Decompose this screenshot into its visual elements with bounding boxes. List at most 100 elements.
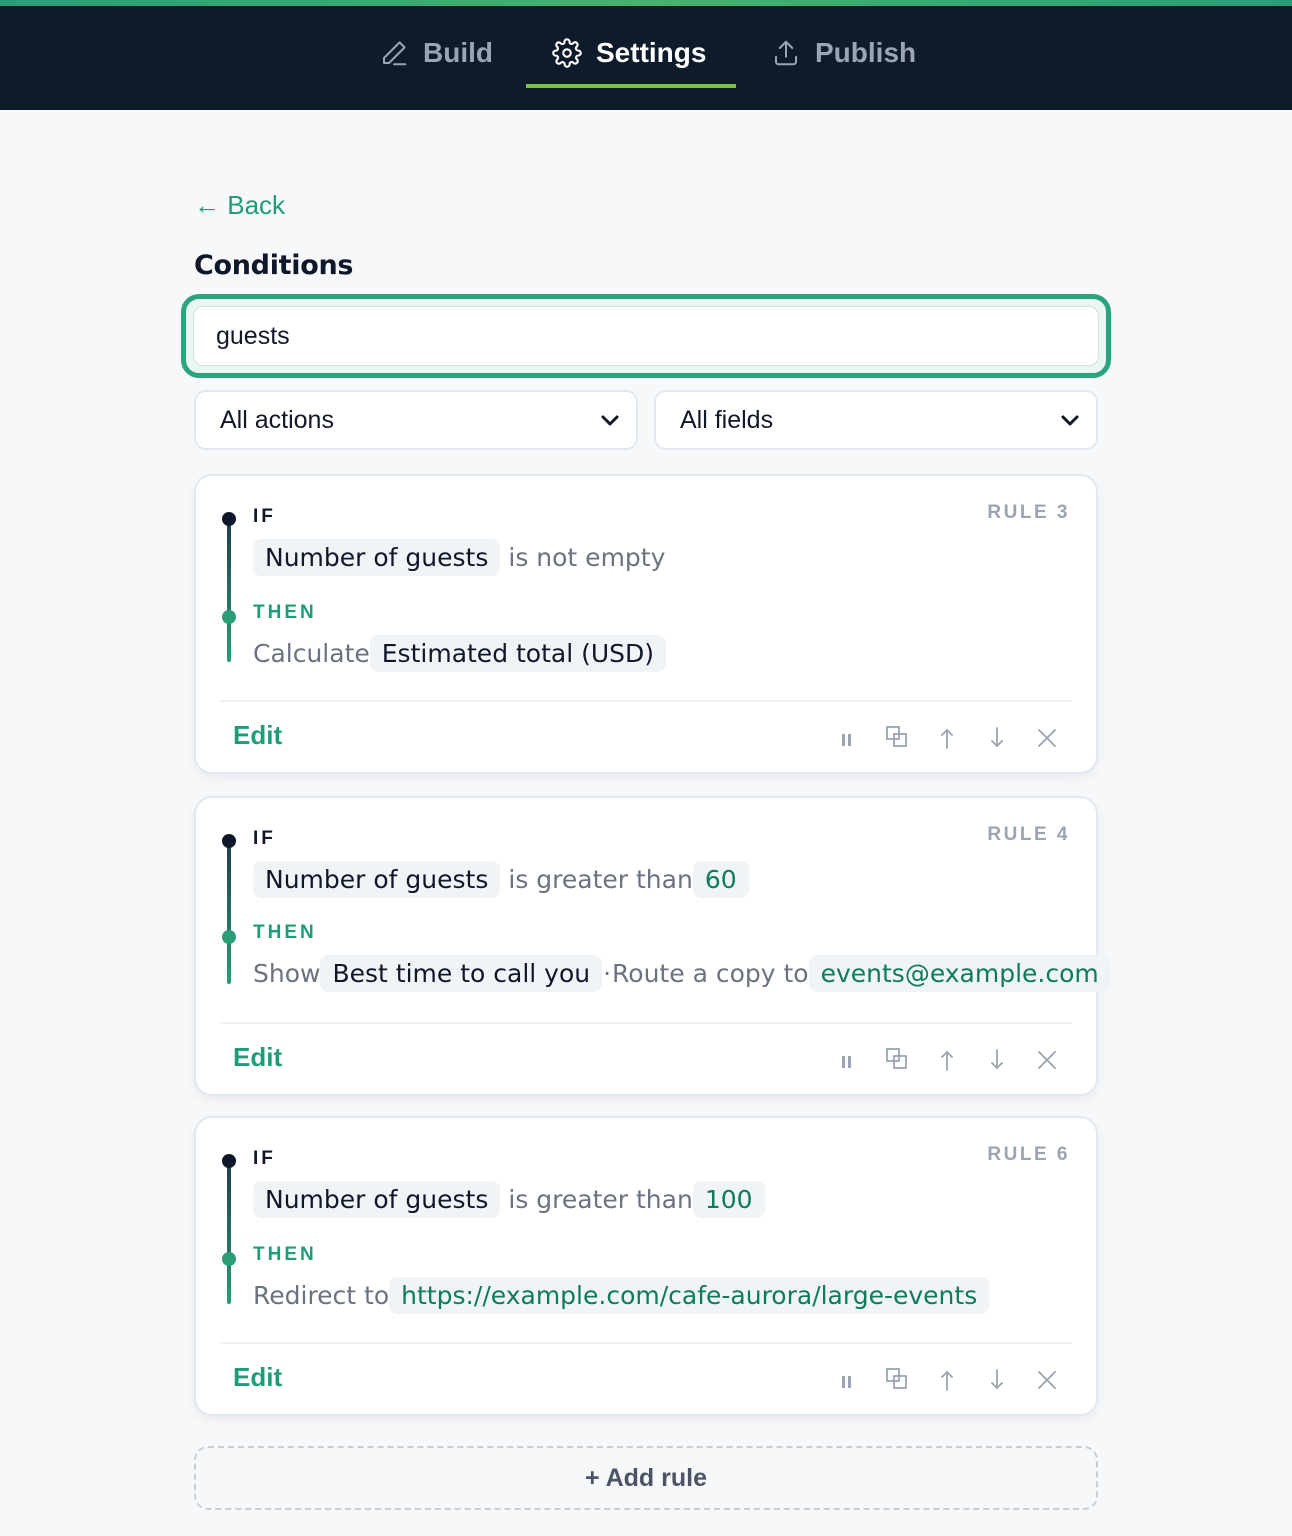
arrow-up-icon — [941, 728, 953, 749]
gear-icon — [552, 38, 582, 68]
edit-rule-button[interactable]: Edit — [233, 1362, 282, 1393]
pause-rule-button[interactable] — [822, 1040, 872, 1080]
search-input[interactable] — [193, 306, 1099, 366]
action-separator: · — [603, 958, 612, 988]
if-label: IF — [253, 506, 276, 527]
accent-line — [0, 0, 1292, 6]
then-label: THEN — [253, 602, 317, 623]
tab-build-label: Build — [423, 37, 493, 68]
action-verb: Redirect to — [253, 1280, 390, 1310]
condition-value-chip: 60 — [692, 860, 749, 898]
arrow-up-icon — [941, 1370, 953, 1391]
pause-icon — [842, 734, 851, 746]
rule-actions — [822, 718, 1072, 758]
edit-rule-button[interactable]: Edit — [233, 720, 282, 751]
card-divider — [220, 700, 1072, 702]
edit-rule-button[interactable]: Edit — [233, 1042, 282, 1073]
duplicate-rule-button[interactable] — [872, 1040, 922, 1080]
move-down-button[interactable] — [972, 1040, 1022, 1080]
delete-rule-button[interactable] — [1022, 718, 1072, 758]
action-target-chip: Estimated total (USD) — [369, 634, 667, 672]
if-dot — [222, 1154, 236, 1168]
tab-publish-label: Publish — [815, 37, 917, 68]
rule-card: IF RULE 6 Number of guests is greater th… — [194, 1116, 1098, 1416]
rule-actions — [822, 1360, 1072, 1400]
if-dot — [222, 512, 236, 526]
rule-card: IF RULE 4 Number of guests is greater th… — [194, 796, 1111, 1096]
pause-rule-button[interactable] — [822, 718, 872, 758]
condition-row: Number of guests is not empty — [253, 538, 665, 576]
rule-number: RULE 6 — [987, 1144, 1070, 1165]
pause-rule-button[interactable] — [822, 1360, 872, 1400]
fields-filter-value: All fields — [680, 405, 774, 434]
card-divider — [220, 1022, 1072, 1024]
pause-icon — [842, 1376, 851, 1388]
pause-icon — [842, 1056, 851, 1068]
tab-settings-label: Settings — [596, 37, 707, 68]
if-label: IF — [253, 828, 276, 849]
close-icon — [1038, 729, 1056, 747]
back-link[interactable]: ← Back — [194, 190, 285, 221]
rule-number: RULE 4 — [987, 824, 1070, 845]
move-up-button[interactable] — [922, 718, 972, 758]
arrow-down-icon — [991, 727, 1003, 748]
tab-build[interactable]: Build — [379, 30, 493, 76]
if-dot — [222, 834, 236, 848]
condition-row: Number of guests is greater than 100 — [253, 1180, 765, 1218]
arrow-up-icon — [941, 1050, 953, 1071]
active-tab-indicator — [526, 84, 736, 88]
condition-field-chip: Number of guests — [253, 1180, 501, 1218]
close-icon — [1038, 1371, 1056, 1389]
pencil-icon — [383, 41, 407, 66]
action-target-chip: https://example.com/cafe-aurora/large-ev… — [389, 1276, 990, 1314]
delete-rule-button[interactable] — [1022, 1040, 1072, 1080]
chevron-down-icon — [1061, 415, 1079, 426]
delete-rule-button[interactable] — [1022, 1360, 1072, 1400]
upload-icon — [775, 40, 797, 66]
action-target-chip: Best time to call you — [320, 954, 603, 992]
add-rule-button[interactable]: + Add rule — [194, 1446, 1098, 1510]
move-down-button[interactable] — [972, 718, 1022, 758]
action-row: Calculate Estimated total (USD) — [253, 634, 667, 672]
tab-publish[interactable]: Publish — [771, 30, 916, 76]
actions-filter-value: All actions — [220, 405, 334, 434]
card-divider — [220, 1342, 1072, 1344]
rule-timeline — [227, 518, 231, 662]
condition-operator: is greater than — [508, 1184, 693, 1214]
arrow-down-icon — [991, 1049, 1003, 1070]
then-dot — [222, 930, 236, 944]
move-down-button[interactable] — [972, 1360, 1022, 1400]
action-verb: Show — [253, 958, 321, 988]
condition-value-chip: 100 — [692, 1180, 765, 1218]
duplicate-icon — [886, 1368, 907, 1389]
action2-target-chip: events@example.com — [808, 954, 1111, 992]
actions-filter-select[interactable]: All actions — [194, 390, 638, 450]
duplicate-icon — [886, 1048, 907, 1069]
search-focus-ring — [181, 294, 1111, 378]
duplicate-rule-button[interactable] — [872, 718, 922, 758]
condition-operator: is greater than — [508, 864, 693, 894]
move-up-button[interactable] — [922, 1360, 972, 1400]
rule-timeline — [227, 1160, 231, 1304]
rule-timeline — [227, 840, 231, 984]
duplicate-rule-button[interactable] — [872, 1360, 922, 1400]
action-row: Show Best time to call you · Route a cop… — [253, 954, 1111, 992]
condition-field-chip: Number of guests — [253, 538, 501, 576]
then-dot — [222, 1252, 236, 1266]
then-label: THEN — [253, 1244, 317, 1265]
duplicate-icon — [886, 726, 907, 747]
arrow-down-icon — [991, 1369, 1003, 1390]
action2-verb: Route a copy to — [612, 958, 809, 988]
action-verb: Calculate — [253, 638, 370, 668]
top-nav: Build Settings Publish — [0, 0, 1292, 110]
close-icon — [1038, 1051, 1056, 1069]
rule-number: RULE 3 — [987, 502, 1070, 523]
page-title: Conditions — [194, 250, 354, 281]
then-label: THEN — [253, 922, 317, 943]
condition-field-chip: Number of guests — [253, 860, 501, 898]
chevron-down-icon — [601, 415, 619, 426]
fields-filter-select[interactable]: All fields — [654, 390, 1098, 450]
condition-row: Number of guests is greater than 60 — [253, 860, 749, 898]
tab-settings[interactable]: Settings — [552, 30, 706, 76]
move-up-button[interactable] — [922, 1040, 972, 1080]
